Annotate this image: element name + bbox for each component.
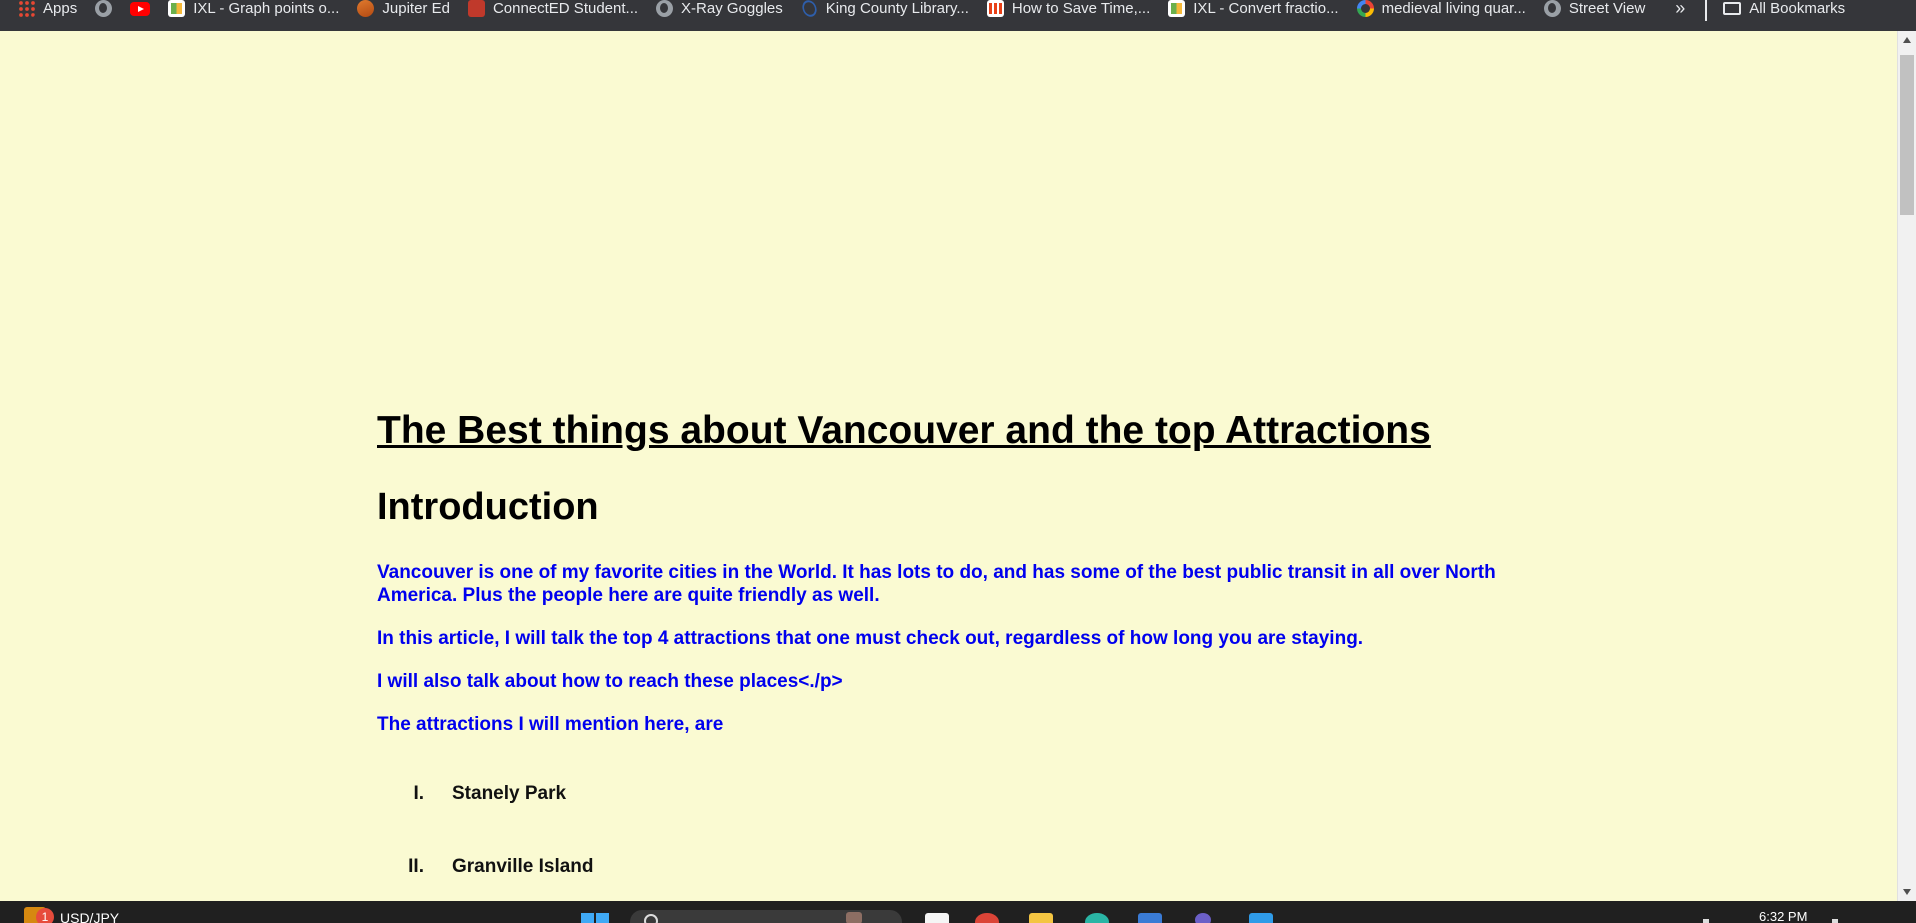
- taskbar-app-icon[interactable]: [925, 913, 949, 923]
- bookmark-medieval-living[interactable]: medieval living quar...: [1351, 0, 1538, 24]
- bookmark-how-to-save-time[interactable]: How to Save Time,...: [981, 0, 1162, 24]
- browser-window: Apps IXL - Graph points o... Jupiter Ed …: [0, 0, 1916, 923]
- youtube-icon: [130, 1, 151, 16]
- scrollbar-thumb[interactable]: [1900, 55, 1914, 215]
- edge-icon[interactable]: [1085, 913, 1109, 923]
- list-item-number: I.: [413, 783, 424, 804]
- bookmark-apps[interactable]: Apps: [12, 0, 89, 24]
- bookmark-ixl-graph-points[interactable]: IXL - Graph points o...: [162, 0, 351, 24]
- ixl-icon: [168, 0, 186, 17]
- file-explorer-icon[interactable]: [1029, 913, 1053, 923]
- ticker-label[interactable]: USD/JPY: [60, 910, 119, 923]
- globe-icon: [95, 0, 113, 17]
- mcgraw-icon: [986, 0, 1004, 17]
- search-highlight-icon: [846, 912, 862, 923]
- folder-icon: [1723, 2, 1742, 15]
- teams-icon[interactable]: [1195, 913, 1211, 923]
- bookmark-label: ConnectED Student...: [492, 0, 639, 17]
- bookmark-label: King County Library...: [825, 0, 969, 17]
- google-icon: [1356, 0, 1374, 17]
- bookmark-youtube[interactable]: [124, 0, 162, 24]
- bookmark-xray-goggles[interactable]: X-Ray Goggles: [650, 0, 795, 24]
- bookmarks-bar: Apps IXL - Graph points o... Jupiter Ed …: [0, 0, 1916, 31]
- store-icon[interactable]: [1138, 913, 1162, 923]
- bookmark-label: Apps: [43, 0, 78, 17]
- scroll-down-arrow-icon[interactable]: [1903, 889, 1911, 895]
- list-item-label: Granville Island: [452, 856, 594, 877]
- taskbar: 1 USD/JPY 6:32 PM: [0, 901, 1916, 923]
- travel-paragraph: I will also talk about how to reach thes…: [377, 671, 843, 692]
- bookmark-connected[interactable]: ConnectED Student...: [462, 0, 650, 24]
- attractions-intro-paragraph: The attractions I will mention here, are: [377, 714, 724, 735]
- clock-time[interactable]: 6:32 PM: [1759, 909, 1807, 923]
- search-icon: [644, 914, 658, 923]
- bookmark-label: Jupiter Ed: [382, 0, 450, 17]
- bookmark-globe[interactable]: [89, 0, 124, 24]
- bookmark-street-view[interactable]: Street View: [1538, 0, 1657, 24]
- ixl-icon: [1168, 0, 1186, 17]
- globe-icon: [1543, 0, 1561, 17]
- bookmark-king-county-library[interactable]: King County Library...: [795, 0, 981, 24]
- chrome-icon[interactable]: [975, 913, 999, 923]
- system-tray-icon[interactable]: [1703, 919, 1709, 923]
- globe-icon: [656, 0, 674, 17]
- microsoft-app-icon[interactable]: [1249, 913, 1273, 923]
- all-bookmarks-label: All Bookmarks: [1749, 0, 1846, 17]
- list-item-label: Stanely Park: [452, 783, 567, 804]
- kcls-icon: [799, 0, 820, 20]
- bookmark-label: medieval living quar...: [1381, 0, 1526, 17]
- scroll-up-arrow-icon[interactable]: [1903, 37, 1911, 43]
- bookmark-label: X-Ray Goggles: [681, 0, 783, 17]
- page-title: The Best things about Vancouver and the …: [377, 409, 1431, 452]
- bookmarks-divider: [1705, 0, 1708, 21]
- notifications-icon[interactable]: [1832, 919, 1838, 923]
- bookmark-label: IXL - Graph points o...: [193, 0, 340, 17]
- notification-badge: 1: [36, 908, 54, 923]
- bookmark-label: Street View: [1568, 0, 1646, 17]
- intro-paragraph: Vancouver is one of my favorite cities i…: [377, 562, 1496, 606]
- introduction-heading: Introduction: [377, 486, 599, 528]
- bookmark-label: IXL - Convert fractio...: [1193, 0, 1339, 17]
- bookmarks-overflow-button[interactable]: »: [1665, 0, 1695, 19]
- apps-grid-icon: [18, 0, 35, 17]
- connected-icon: [467, 0, 485, 17]
- article-paragraph: In this article, I will talk the top 4 a…: [377, 628, 1364, 649]
- taskbar-search-box[interactable]: [630, 910, 902, 923]
- vertical-scrollbar[interactable]: [1897, 31, 1916, 901]
- jupiter-ed-icon: [357, 0, 375, 17]
- bookmark-jupiter-ed[interactable]: Jupiter Ed: [351, 0, 462, 24]
- start-icon[interactable]: [581, 913, 609, 923]
- list-item-number: II.: [408, 856, 424, 877]
- all-bookmarks-button[interactable]: All Bookmarks: [1717, 0, 1857, 24]
- bookmark-ixl-convert-fractions[interactable]: IXL - Convert fractio...: [1162, 0, 1350, 24]
- bookmark-label: How to Save Time,...: [1011, 0, 1151, 17]
